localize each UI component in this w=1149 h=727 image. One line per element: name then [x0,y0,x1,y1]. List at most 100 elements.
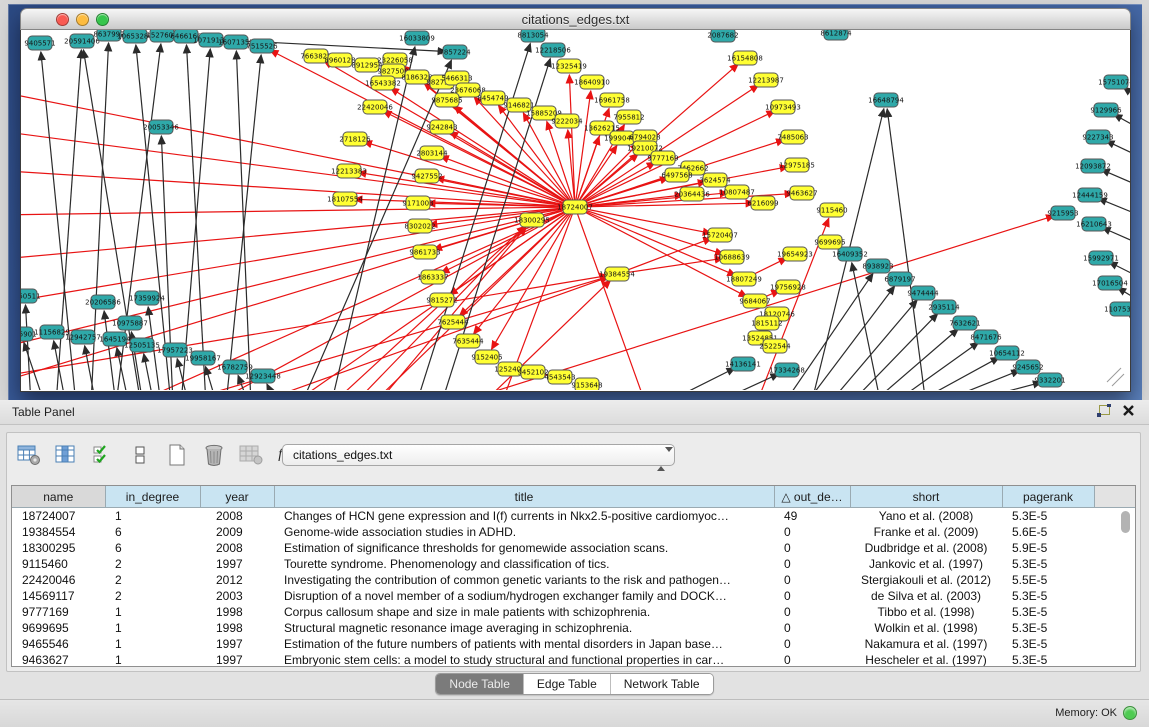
graph-node[interactable]: 2522544 [759,339,791,353]
graph-node[interactable]: 9115460 [816,203,847,217]
graph-node[interactable]: 3624574 [699,173,731,187]
canvas-resize-grip[interactable] [1107,368,1124,386]
graph-node[interactable]: 14136141 [725,357,761,371]
tab-network-table[interactable]: Network Table [610,674,713,694]
graph-node[interactable]: 7515526 [246,39,278,53]
graph-node[interactable]: 2935114 [928,300,960,314]
graph-node[interactable]: 6497568 [661,168,692,182]
graph-node[interactable]: 9222034 [551,114,583,128]
graph-node[interactable]: 8350511 [21,289,41,303]
network-canvas[interactable]: 1872400718300295193845549405571205914068… [20,30,1131,392]
close-panel-icon[interactable] [1119,404,1137,420]
graph-node[interactable]: 18300295 [514,213,550,227]
graph-node[interactable]: 10688639 [714,250,750,264]
column-header-in_degree[interactable]: in_degree [105,486,200,508]
graph-node[interactable]: 7485063 [777,130,808,144]
graph-node[interactable]: 9861733 [409,245,440,259]
delete-column-trash-icon[interactable] [200,441,228,469]
column-header-out_de[interactable]: △ out_de… [774,486,850,508]
graph-node[interactable]: 9332201 [1034,373,1065,387]
graph-node[interactable]: 2718126 [339,132,371,146]
column-header-short[interactable]: short [850,486,1002,508]
graph-node[interactable]: 15751074 [1098,75,1130,89]
table-row[interactable]: 2242004622012Investigating the contribut… [12,572,1136,588]
table-row[interactable]: 1830029562008Estimation of significance … [12,540,1136,556]
graph-node[interactable]: 16648794 [868,93,904,107]
graph-node[interactable]: 10973493 [765,100,801,114]
table-row[interactable]: 946362711997Embryonic stem cells: a mode… [12,652,1136,667]
graph-node[interactable]: 9463627 [786,186,817,200]
graph-node[interactable]: 8938923 [862,259,893,273]
graph-node[interactable]: 9815272 [426,293,457,307]
column-header-title[interactable]: title [274,486,774,508]
graph-node[interactable]: 10975887 [112,316,148,330]
graph-node[interactable]: 2803144 [416,146,448,160]
graph-node[interactable]: 7632621 [949,316,980,330]
graph-node[interactable]: 15992971 [1083,251,1119,265]
table-row[interactable]: 911546021997Tourette syndrome. Phenomeno… [12,556,1136,572]
graph-node[interactable]: 9427552 [411,169,442,183]
select-rows-checks-icon[interactable] [89,441,117,469]
graph-node[interactable]: 9171003 [402,196,433,210]
memory-ok-indicator[interactable] [1123,706,1137,720]
graph-node[interactable]: 8302022 [404,219,435,233]
graph-node[interactable]: 9699695 [814,235,845,249]
show-column-icon[interactable] [52,441,80,469]
graph-node[interactable]: 12975185 [779,158,815,172]
tab-edge-table[interactable]: Edge Table [523,674,610,694]
graph-node[interactable]: 16033809 [399,31,435,45]
table-row[interactable]: 977716911998Corpus callosum shape and si… [12,604,1136,620]
graph-node[interactable]: 12325419 [551,59,587,73]
graph-node[interactable]: 1863337 [417,270,448,284]
graph-node[interactable]: 7955812 [613,110,644,124]
graph-node[interactable]: 7857224 [439,45,471,59]
graph-node[interactable]: 16154808 [727,51,763,65]
graph-node[interactable]: 17334268 [769,363,805,377]
table-row[interactable]: 1872400712008Changes of HCN gene express… [12,508,1136,525]
graph-node[interactable]: 9875685 [431,93,462,107]
table-row[interactable]: 946554611997Estimation of the future num… [12,636,1136,652]
graph-node[interactable]: 9684067 [739,294,770,308]
graph-node[interactable]: 20206586 [85,295,121,309]
graph-node[interactable]: 6879197 [884,272,915,286]
graph-node[interactable]: 9405571 [24,36,55,50]
graph-node[interactable]: 10654112 [989,346,1025,360]
float-panel-icon[interactable] [1095,404,1113,420]
graph-node[interactable]: 7635444 [452,334,484,348]
graph-node[interactable]: 9153648 [571,378,602,390]
graph-node[interactable]: 18640910 [574,75,610,89]
create-column-icon[interactable] [163,441,191,469]
graph-node[interactable]: 9215953 [1047,206,1078,220]
graph-node[interactable]: 19654923 [777,247,813,261]
graph-node[interactable]: 9245652 [1012,360,1043,374]
graph-node[interactable]: 1815112 [751,316,782,330]
graph-node[interactable]: 11075334 [1104,302,1130,316]
graph-node[interactable]: 12218506 [535,43,571,57]
graph-node[interactable]: 12213987 [748,73,784,87]
graph-node[interactable]: 16961758 [594,93,630,107]
graph-node[interactable]: 12942757 [65,330,101,344]
graph-node[interactable]: 18107554 [327,192,363,206]
graph-node[interactable]: 7625444 [437,315,469,329]
graph-node[interactable]: 22420046 [357,100,393,114]
graph-node[interactable]: 17016504 [1092,276,1128,290]
graph-node[interactable]: 9474444 [907,286,939,300]
graph-node[interactable]: 8612874 [820,30,852,40]
table-select-dropdown[interactable]: citations_edges.txt [282,444,675,466]
graph-node[interactable]: 2087682 [707,30,738,42]
vertical-scrollbar-thumb[interactable] [1121,511,1130,533]
graph-node[interactable]: 8813054 [517,30,549,42]
stacked-rows-icon[interactable] [126,441,154,469]
graph-node[interactable]: 9152405 [471,350,502,364]
graph-node[interactable]: 9227343 [1082,130,1113,144]
column-header-pagerank[interactable]: pagerank [1002,486,1094,508]
graph-node[interactable]: 9777169 [647,151,678,165]
graph-node[interactable]: 6216099 [747,196,778,210]
graph-node[interactable]: 8471676 [970,330,1002,344]
network-window-titlebar[interactable]: citations_edges.txt [20,8,1131,30]
table-row[interactable]: 969969511998Structural magnetic resonanc… [12,620,1136,636]
column-header-name[interactable]: name [12,486,105,508]
column-header-year[interactable]: year [200,486,274,508]
graph-node[interactable]: 9242843 [426,120,457,134]
table-row[interactable]: 1456911722003Disruption of a novel membe… [12,588,1136,604]
